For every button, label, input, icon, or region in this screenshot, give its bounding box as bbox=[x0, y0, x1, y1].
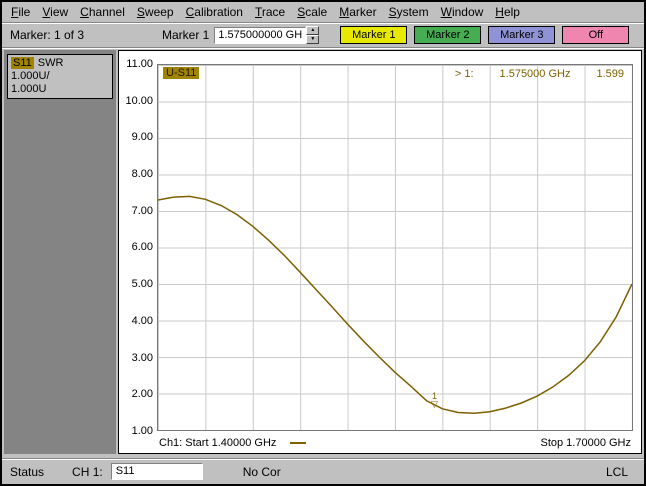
stop-frequency-label: Stop 1.70000 GHz bbox=[540, 437, 631, 449]
y-tick: 4.00 bbox=[119, 314, 153, 328]
y-tick: 10.00 bbox=[119, 94, 153, 108]
correction-status: No Cor bbox=[243, 465, 281, 479]
menu-marker[interactable]: Marker bbox=[333, 3, 382, 22]
y-tick: 5.00 bbox=[119, 277, 153, 291]
trace-scale-label: 1.000U/ bbox=[11, 70, 109, 83]
menu-system[interactable]: System bbox=[383, 3, 435, 22]
marker-triangle-icon: ▽ bbox=[431, 400, 438, 408]
marker-off-button[interactable]: Off bbox=[562, 26, 629, 44]
trace-plot bbox=[158, 65, 632, 430]
y-tick: 8.00 bbox=[119, 167, 153, 181]
plot-panel: 11.00 10.00 9.00 8.00 7.00 6.00 5.00 4.0… bbox=[118, 50, 642, 454]
y-tick: 6.00 bbox=[119, 240, 153, 254]
main-area: S11 SWR 1.000U/ 1.000U 11.00 10.00 9.00 8… bbox=[2, 48, 644, 456]
marker-button-group: Marker 1 Marker 2 Marker 3 Off bbox=[340, 26, 629, 44]
marker-field-label: Marker 1 bbox=[162, 28, 209, 42]
status-label: Status bbox=[10, 465, 44, 479]
menu-channel[interactable]: Channel bbox=[74, 3, 131, 22]
marker-readout-freq: 1.575000 GHz bbox=[500, 68, 571, 80]
marker-toolbar: Marker: 1 of 3 Marker 1 ▲ ▼ Marker 1 Mar… bbox=[2, 23, 644, 48]
trace-annotation: U-S11 bbox=[163, 67, 199, 79]
marker-readout-value: 1.599 bbox=[596, 68, 624, 80]
trace-sidebar: S11 SWR 1.000U/ 1.000U bbox=[4, 50, 116, 454]
marker-status-text: Marker: 1 of 3 bbox=[2, 28, 162, 42]
menu-window[interactable]: Window bbox=[435, 3, 490, 22]
menu-help[interactable]: Help bbox=[489, 3, 526, 22]
analyzer-window: File View Channel Sweep Calibration Trac… bbox=[0, 0, 646, 486]
y-tick: 3.00 bbox=[119, 351, 153, 365]
graticule: U-S11 > 1: 1.575000 GHz 1.599 1 ▽ bbox=[157, 64, 633, 431]
menu-view[interactable]: View bbox=[36, 3, 74, 22]
y-axis-labels: 11.00 10.00 9.00 8.00 7.00 6.00 5.00 4.0… bbox=[119, 57, 153, 438]
trace-legend-line bbox=[290, 442, 306, 444]
trace-ref-label: 1.000U bbox=[11, 83, 109, 96]
measurement-field: S11 bbox=[111, 463, 203, 480]
trace-format-label: SWR bbox=[38, 57, 64, 69]
sweep-start-annotation: Ch1: Start 1.40000 GHz bbox=[159, 437, 306, 449]
swr-trace bbox=[158, 196, 632, 413]
marker-readout-prefix: > 1: bbox=[455, 68, 474, 80]
marker-3-button[interactable]: Marker 3 bbox=[488, 26, 555, 44]
menu-calibration[interactable]: Calibration bbox=[180, 3, 249, 22]
y-tick: 9.00 bbox=[119, 130, 153, 144]
trace-measurement-label: S11 bbox=[11, 57, 34, 69]
y-tick: 2.00 bbox=[119, 387, 153, 401]
menu-file[interactable]: File bbox=[5, 3, 36, 22]
frequency-spinner: ▲ ▼ bbox=[306, 26, 319, 44]
y-tick: 7.00 bbox=[119, 204, 153, 218]
marker-1-button[interactable]: Marker 1 bbox=[340, 26, 407, 44]
spinner-up-icon[interactable]: ▲ bbox=[306, 26, 319, 35]
menu-scale[interactable]: Scale bbox=[291, 3, 333, 22]
menu-sweep[interactable]: Sweep bbox=[131, 3, 180, 22]
spinner-down-icon[interactable]: ▼ bbox=[306, 35, 319, 44]
local-remote-status: LCL bbox=[606, 465, 628, 479]
status-bar: Status CH 1: S11 No Cor LCL bbox=[2, 458, 644, 484]
menu-trace[interactable]: Trace bbox=[249, 3, 291, 22]
start-frequency-label: Ch1: Start 1.40000 GHz bbox=[159, 437, 276, 449]
marker-1-indicator[interactable]: 1 ▽ bbox=[431, 392, 438, 408]
trace-status-box[interactable]: S11 SWR 1.000U/ 1.000U bbox=[7, 54, 113, 99]
marker-frequency-input[interactable] bbox=[214, 27, 306, 44]
y-tick: 1.00 bbox=[119, 424, 153, 438]
marker-2-button[interactable]: Marker 2 bbox=[414, 26, 481, 44]
channel-label: CH 1: bbox=[72, 465, 103, 479]
marker-readout: > 1: 1.575000 GHz 1.599 bbox=[455, 68, 624, 80]
menu-bar: File View Channel Sweep Calibration Trac… bbox=[2, 2, 644, 23]
trace-status-line1: S11 SWR bbox=[11, 57, 109, 70]
y-tick: 11.00 bbox=[119, 57, 153, 71]
